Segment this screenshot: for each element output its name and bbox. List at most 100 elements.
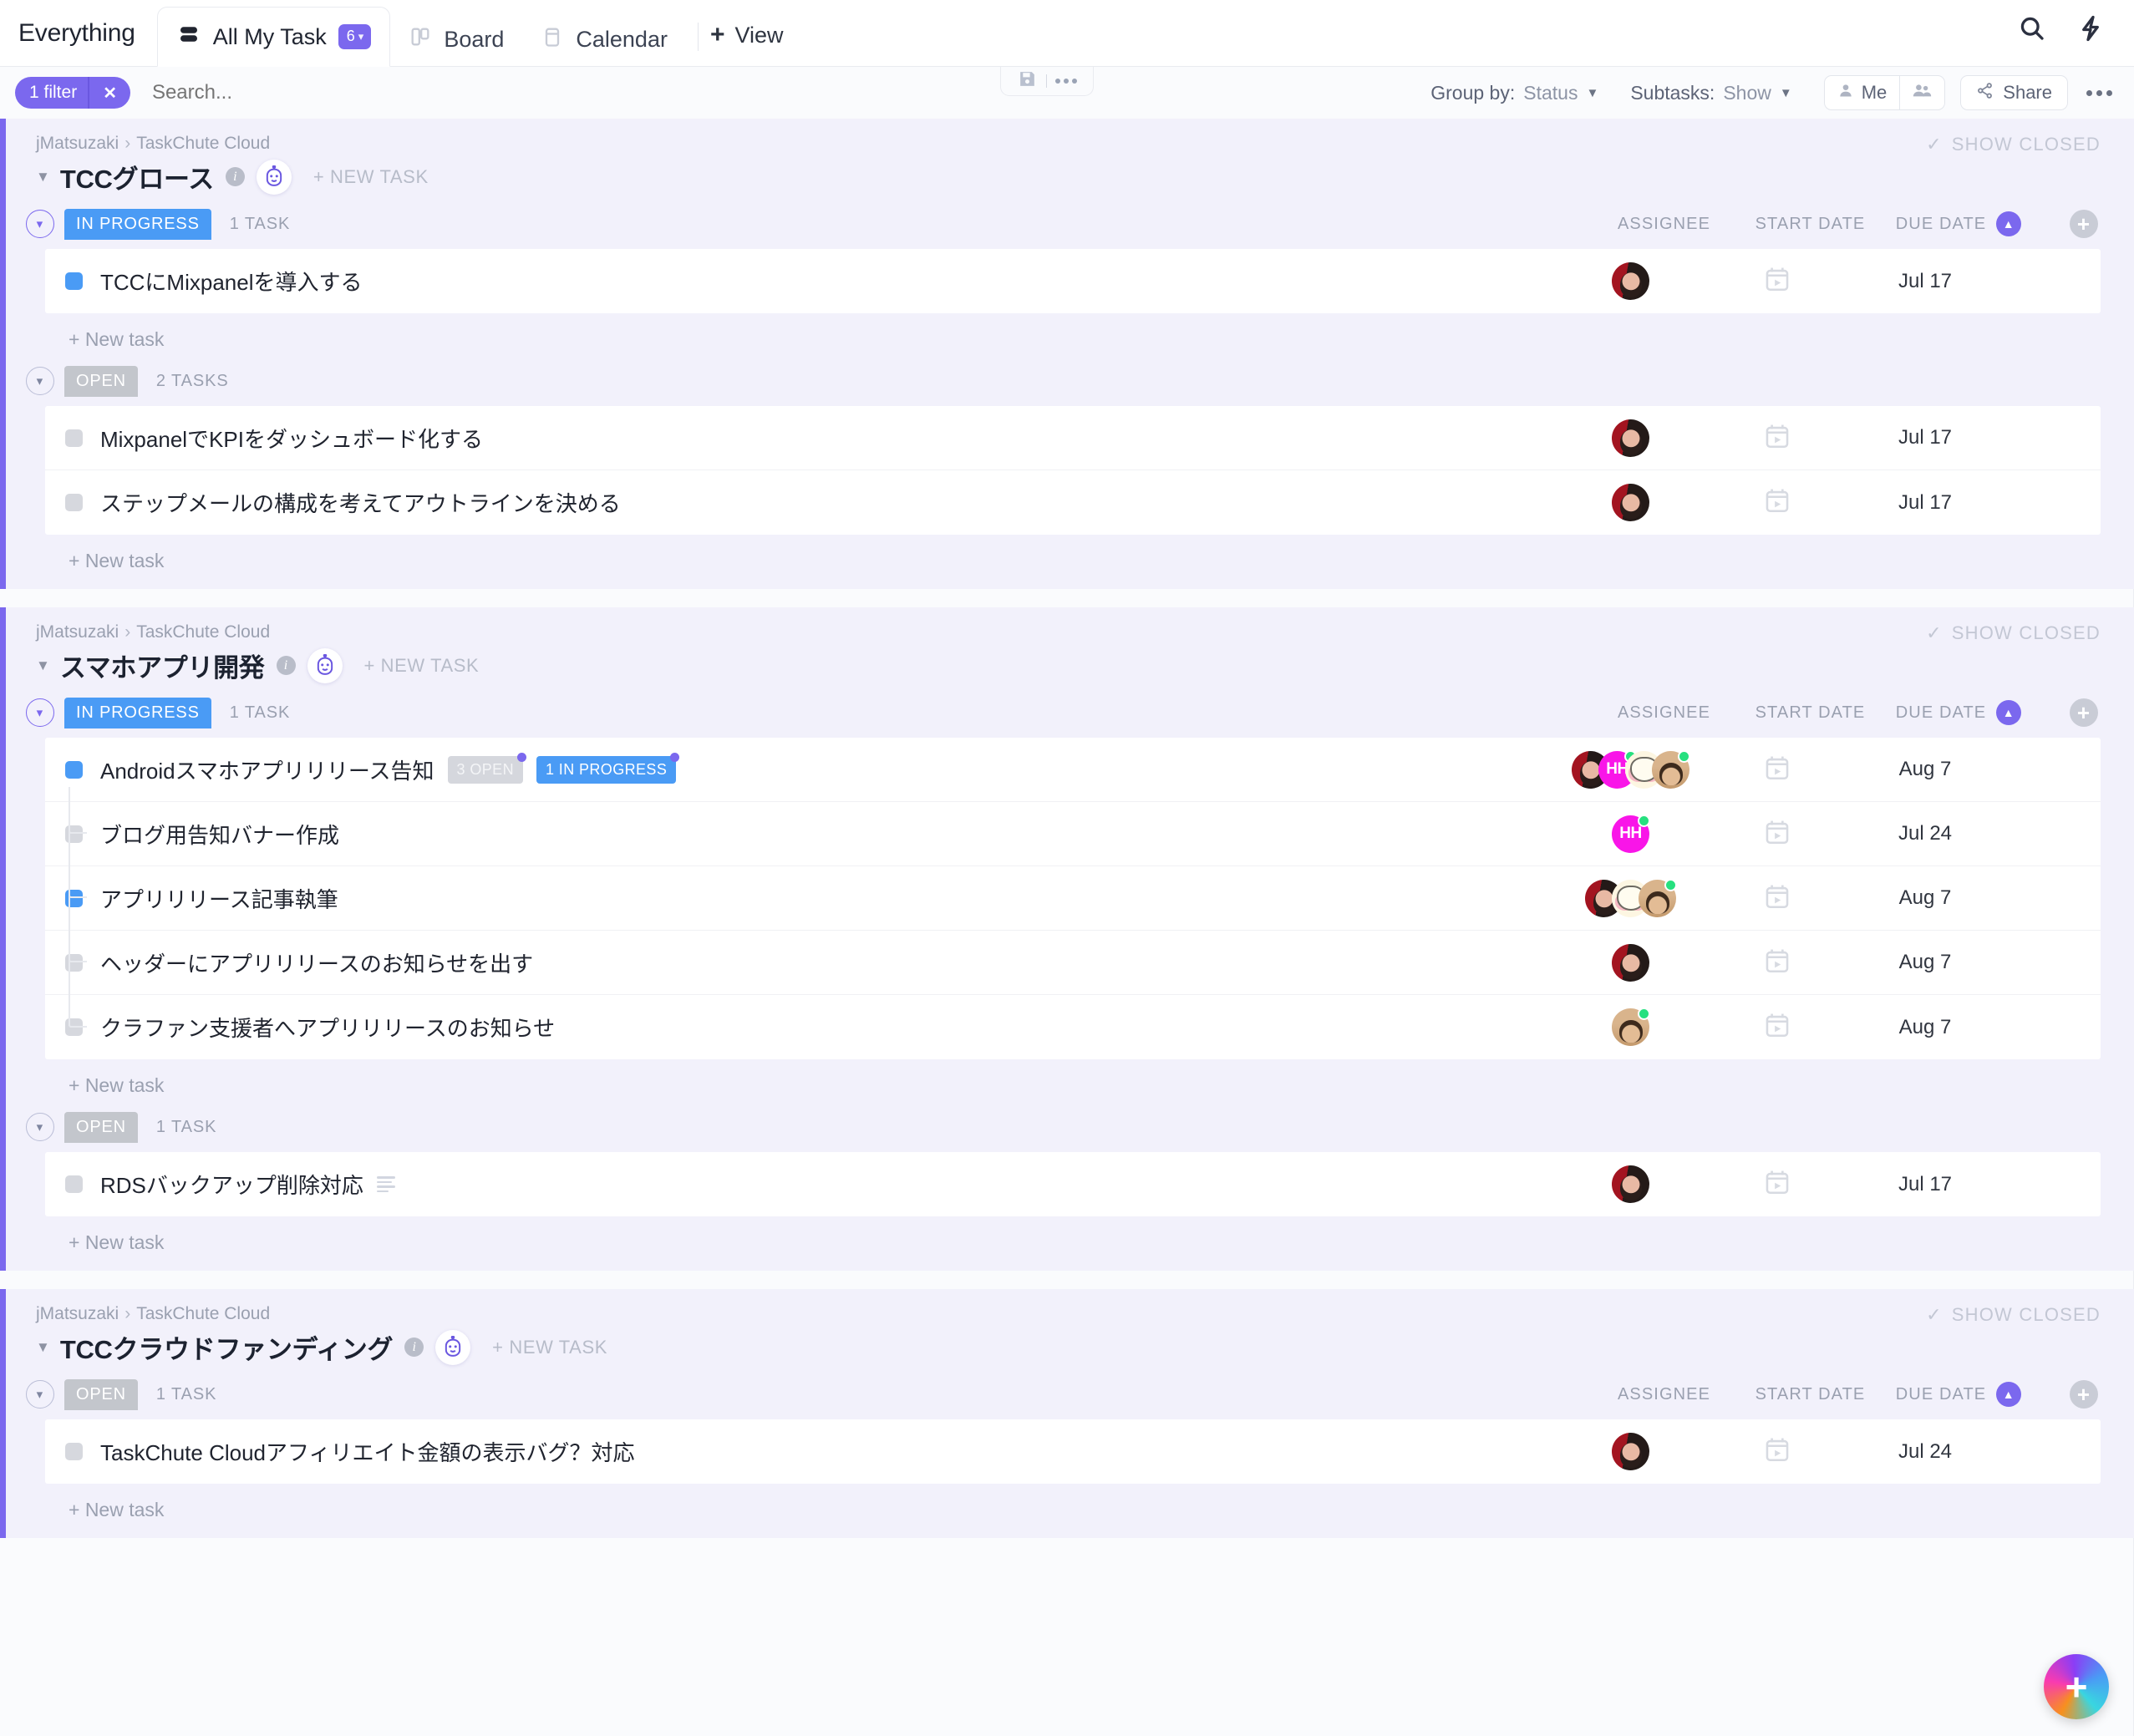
assignee-cell[interactable]	[1557, 1165, 1704, 1203]
me-filter-button[interactable]: Me	[1825, 76, 1900, 109]
status-square-icon[interactable]	[65, 760, 83, 779]
start-date-cell[interactable]	[1704, 1011, 1850, 1043]
task-name-cell[interactable]: RDSバックアップ削除対応	[45, 1169, 1557, 1200]
assignee-cell[interactable]	[1557, 1008, 1704, 1046]
breadcrumb[interactable]: jMatsuzaki › TaskChute Cloud	[36, 1304, 2134, 1324]
assignee-cell[interactable]	[1557, 484, 1704, 521]
status-square-icon[interactable]	[65, 429, 83, 447]
status-section-header[interactable]: ▾ IN PROGRESS 1 TASK ASSIGNEE START DATE DUE …	[6, 688, 2134, 738]
table-row[interactable]: アプリリリース記事執筆 Aug 7	[45, 850, 2101, 931]
show-closed-toggle[interactable]: ✓ SHOW CLOSED	[1926, 134, 2101, 155]
avatar[interactable]	[1612, 484, 1649, 521]
avatar[interactable]	[1612, 1008, 1650, 1046]
start-date-cell[interactable]	[1704, 882, 1850, 915]
share-button[interactable]: Share	[1960, 75, 2068, 110]
collapse-toggle-icon[interactable]: ▾	[26, 210, 54, 238]
collapse-triangle-icon[interactable]: ▼	[36, 1339, 50, 1356]
status-badge[interactable]: OPEN	[64, 1111, 138, 1143]
start-date-cell[interactable]	[1704, 1435, 1850, 1468]
status-badge[interactable]: IN PROGRESS	[64, 208, 211, 240]
column-header-start-date[interactable]: START DATE	[1737, 215, 1883, 234]
assignee-cell[interactable]	[1557, 1433, 1704, 1470]
more-horizontal-icon[interactable]	[1055, 79, 1077, 84]
task-name-cell[interactable]: Androidスマホアプリリリース告知 3 OPEN 1 IN PROGRESS	[45, 752, 1557, 785]
collapse-toggle-icon[interactable]: ▾	[26, 367, 54, 395]
assignee-cell[interactable]	[1557, 419, 1704, 457]
due-date-cell[interactable]: Aug 7	[1850, 951, 2000, 974]
collapse-triangle-icon[interactable]: ▼	[36, 169, 50, 185]
column-header-start-date[interactable]: START DATE	[1737, 1385, 1883, 1404]
add-task-link[interactable]: + NEW TASK	[364, 655, 480, 677]
start-date-cell[interactable]	[1704, 818, 1850, 850]
show-closed-toggle[interactable]: ✓ SHOW CLOSED	[1926, 622, 2101, 644]
breadcrumb[interactable]: jMatsuzaki › TaskChute Cloud	[36, 622, 2134, 642]
task-name-cell[interactable]: ブログ用告知バナー作成	[45, 786, 1557, 850]
page-title[interactable]: TCCグロース	[60, 158, 214, 195]
task-name-cell[interactable]: ヘッダーにアプリリリースのお知らせを出す	[45, 915, 1557, 978]
page-title[interactable]: TCCクラウドファンディング	[60, 1328, 394, 1366]
avatar[interactable]	[1652, 749, 1690, 789]
table-row[interactable]: TaskChute Cloudアフィリエイト金額の表示バグ？対応 Jul 24	[45, 1419, 2101, 1484]
status-badge[interactable]: OPEN	[64, 1378, 138, 1410]
breadcrumb-child[interactable]: TaskChute Cloud	[136, 622, 270, 642]
avatar[interactable]	[1612, 1165, 1649, 1203]
status-badge[interactable]: IN PROGRESS	[64, 697, 211, 728]
add-new-task-row[interactable]: + New task	[6, 1059, 2134, 1102]
assignee-cell[interactable]	[1557, 878, 1704, 917]
start-date-cell[interactable]	[1704, 265, 1850, 297]
sort-ascending-icon[interactable]: ▲	[1996, 1382, 2022, 1407]
add-column-button[interactable]: +	[2034, 1380, 2134, 1409]
due-date-cell[interactable]: Jul 24	[1850, 822, 2000, 845]
brand-everything[interactable]: Everything	[18, 19, 157, 66]
add-new-task-row[interactable]: + New task	[6, 535, 2134, 577]
breadcrumb-root[interactable]: jMatsuzaki	[36, 622, 119, 642]
status-section-header[interactable]: ▾ OPEN 2 TASKS	[6, 356, 2134, 406]
status-square-icon[interactable]	[65, 494, 83, 511]
breadcrumb-root[interactable]: jMatsuzaki	[36, 134, 119, 153]
tab-count-badge[interactable]: 6 ▾	[338, 24, 372, 49]
start-date-cell[interactable]	[1704, 947, 1850, 979]
close-icon[interactable]: ✕	[89, 83, 130, 104]
assignee-cell[interactable]	[1557, 262, 1704, 300]
task-name-cell[interactable]: TaskChute Cloudアフィリエイト金額の表示バグ？対応	[45, 1436, 1557, 1467]
avatar[interactable]	[1612, 262, 1649, 300]
task-name-cell[interactable]: MixpanelでKPIをダッシュボード化する	[45, 423, 1557, 454]
collapse-toggle-icon[interactable]: ▾	[26, 1380, 54, 1409]
avatar[interactable]	[1639, 878, 1677, 917]
info-icon[interactable]: i	[225, 167, 245, 186]
status-section-header[interactable]: ▾ IN PROGRESS 1 TASK ASSIGNEE START DATE DUE …	[6, 199, 2134, 249]
robot-icon[interactable]	[256, 159, 292, 195]
page-title[interactable]: スマホアプリ開発	[60, 647, 265, 684]
due-date-cell[interactable]: Aug 7	[1850, 758, 2000, 781]
due-date-cell[interactable]: Jul 24	[1850, 1440, 2000, 1464]
task-name-cell[interactable]: クラファン支援者へアプリリリースのお知らせ	[45, 820, 1557, 1043]
sort-ascending-icon[interactable]: ▲	[1996, 700, 2022, 725]
lightning-icon[interactable]	[2076, 13, 2106, 43]
subtasks-dropdown[interactable]: Subtasks: Show ▼	[1630, 82, 1791, 104]
column-header-due-date[interactable]: DUE DATE ▲	[1883, 1382, 2034, 1407]
search-icon[interactable]	[2017, 13, 2047, 43]
tab-board[interactable]: Board	[390, 13, 522, 66]
more-options-button[interactable]	[2086, 89, 2112, 96]
task-name-cell[interactable]: ステップメールの構成を考えてアウトラインを決める	[45, 487, 1557, 518]
table-row[interactable]: RDSバックアップ削除対応 Jul 17	[45, 1152, 2101, 1216]
add-view-button[interactable]: + View	[710, 21, 784, 66]
table-row[interactable]: TCCにMixpanelを導入する Jul 17	[45, 249, 2101, 313]
add-new-task-row[interactable]: + New task	[6, 1216, 2134, 1259]
info-icon[interactable]: i	[404, 1338, 424, 1357]
due-date-cell[interactable]: Jul 17	[1850, 1173, 2000, 1196]
avatar[interactable]	[1612, 1433, 1649, 1470]
subtask-count-badge[interactable]: 3 OPEN	[447, 752, 526, 784]
save-icon[interactable]	[1017, 69, 1038, 94]
breadcrumb-child[interactable]: TaskChute Cloud	[136, 134, 270, 153]
search-input[interactable]	[151, 81, 470, 104]
add-task-link[interactable]: + NEW TASK	[492, 1337, 607, 1358]
start-date-cell[interactable]	[1704, 754, 1850, 786]
task-list-scroll[interactable]: jMatsuzaki › TaskChute Cloud ▼ TCCグロース i + NEW…	[0, 119, 2134, 1736]
status-square-icon[interactable]	[65, 1175, 83, 1193]
add-new-task-row[interactable]: + New task	[6, 1484, 2134, 1526]
tab-calendar[interactable]: Calendar	[522, 13, 686, 66]
group-by-dropdown[interactable]: Group by: Status ▼	[1430, 82, 1598, 104]
table-row[interactable]: ヘッダーにアプリリリースのお知らせを出す Aug 7	[45, 915, 2101, 995]
status-section-header[interactable]: ▾ OPEN 1 TASK ASSIGNEE START DATE DUE DATE ▲ +	[6, 1369, 2134, 1419]
